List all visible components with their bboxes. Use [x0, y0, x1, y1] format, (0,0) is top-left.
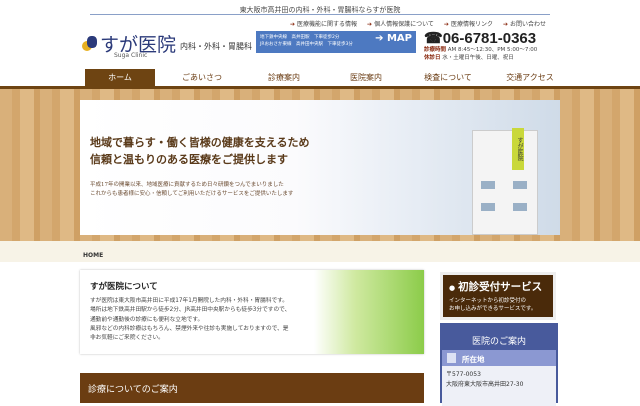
about-line: すが医院は東大阪市高井田に平成17年1月開院した内科・外科・胃腸科です。 [90, 298, 288, 304]
breadcrumb[interactable]: HOME [0, 241, 640, 262]
hero-headline: 地域で暮らす・働く皆様の健康を支えるため 信頼と温もりのある医療をご提供します [90, 134, 309, 168]
main-nav: ホーム ごあいさつ 診療案内 医院案内 検査について 交通アクセス [85, 69, 565, 86]
logo-english: Suga Clinic [114, 52, 148, 59]
link-medical-info[interactable]: 医療機能に関する情報 [290, 19, 357, 28]
nav-greeting[interactable]: ごあいさつ [167, 69, 237, 86]
closed-value: 水・土曜日午後、日曜、祝日 [442, 55, 514, 61]
closed-label: 休診日 [424, 55, 441, 61]
access-map-banner[interactable]: 地下鉄中央線 高井田駅 下車徒歩2分 JRおおさか東線 高井田中央駅 下車徒歩3… [256, 31, 416, 53]
hours-label: 診療時間 [424, 47, 447, 53]
nav-clinic[interactable]: 医院案内 [331, 69, 401, 86]
phone-text: 06-6781-0363 [442, 30, 537, 47]
top-links: 医療機能に関する情報 個人情報保護について 医療情報リンク お問い合わせ [290, 19, 546, 28]
map-button[interactable]: ➔ MAP [375, 34, 412, 44]
logo-subtitle: 内科・外科・胃腸科 [180, 41, 253, 51]
clinic-hours: 診療時間 AM 8:45〜12:30、PM 5:00〜7:00 休診日 水・土曜… [424, 46, 537, 62]
divider [90, 14, 550, 15]
nav-home[interactable]: ホーム [85, 69, 155, 86]
about-line: 非お気軽にご来院ください。 [90, 335, 164, 342]
clinic-building-image [472, 130, 538, 235]
nav-treatment[interactable]: 診療案内 [249, 69, 319, 86]
hero-text-1: 平成17年の開業以来、地域医療に貢献するため日々研鑽をつんでまいりました [90, 182, 284, 188]
logo-icon [82, 35, 98, 53]
clinic-info-box: 医院のご案内 所在地 〒577-0053 大阪府東大阪市高井田27-30 [440, 323, 558, 406]
treatment-guide-heading: 診療についてのご案内 [80, 373, 424, 403]
about-section: すが医院について すが医院は東大阪市高井田に平成17年1月開院した内科・外科・胃… [80, 270, 424, 354]
nav-access[interactable]: 交通アクセス [495, 69, 565, 86]
logo[interactable]: すが医院 内科・外科・胃腸科 [82, 30, 252, 57]
location-header: 所在地 [442, 350, 556, 366]
link-contact[interactable]: お問い合わせ [503, 19, 546, 28]
about-text: すが医院は東大阪市高井田に平成17年1月開院した内科・外科・胃腸科です。 場所は… [90, 297, 340, 343]
hero-headline-1: 地域で暮らす・働く皆様の健康を支えるため [90, 136, 310, 149]
about-line: 通勤前や通勤後の診療にも便利な立地です。 [90, 316, 204, 323]
phone-icon: ☎ [424, 30, 443, 47]
location-label: 所在地 [462, 355, 485, 364]
service-text: インターネットから初診受付のお申し込みができるサービスです。 [449, 297, 547, 313]
phone-number: ☎06-6781-0363 [424, 29, 536, 47]
about-title: すが医院について [90, 282, 158, 292]
address: 〒577-0053 大阪府東大阪市高井田27-30 [442, 366, 556, 406]
nav-tests[interactable]: 検査について [413, 69, 483, 86]
link-privacy[interactable]: 個人情報保護について [367, 19, 434, 28]
link-medical-links[interactable]: 医療情報リンク [444, 19, 493, 28]
service-text-1: インターネットから初診受付の [449, 298, 527, 304]
service-title: 初診受付サービス [449, 279, 547, 294]
hours-value: AM 8:45〜12:30、PM 5:00〜7:00 [447, 47, 538, 53]
hero-banner: 地域で暮らす・働く皆様の健康を支えるため 信頼と温もりのある医療をご提供します 平… [80, 100, 560, 235]
hero-headline-2: 信頼と温もりのある医療をご提供します [90, 153, 288, 166]
about-line: 風邪などの内科診療はもちろん、禁煙外来や往診も実施しておりますので、是 [90, 325, 289, 332]
service-text-2: お申し込みができるサービスです。 [449, 306, 537, 312]
about-line: 場所は地下鉄高井田駅から徒歩2分、JR高井田中央駅からも徒歩3分ですので、 [90, 307, 291, 314]
building-icon [447, 353, 456, 363]
hero-text-2: これからも患者様に安心・信頼してご利用いただけるサービスをご提供いたします [90, 191, 294, 197]
postal-code: 〒577-0053 [446, 371, 481, 378]
info-title: 医院のご案内 [471, 337, 526, 347]
address-text: 大阪府東大阪市高井田27-30 [446, 381, 524, 388]
hero-text: 平成17年の開業以来、地域医療に貢献するため日々研鑽をつんでまいりましたこれから… [90, 181, 293, 199]
first-visit-service-banner[interactable]: 初診受付サービス インターネットから初診受付のお申し込みができるサービスです。 [440, 272, 556, 320]
clinic-sign: すが医院 [512, 128, 524, 170]
